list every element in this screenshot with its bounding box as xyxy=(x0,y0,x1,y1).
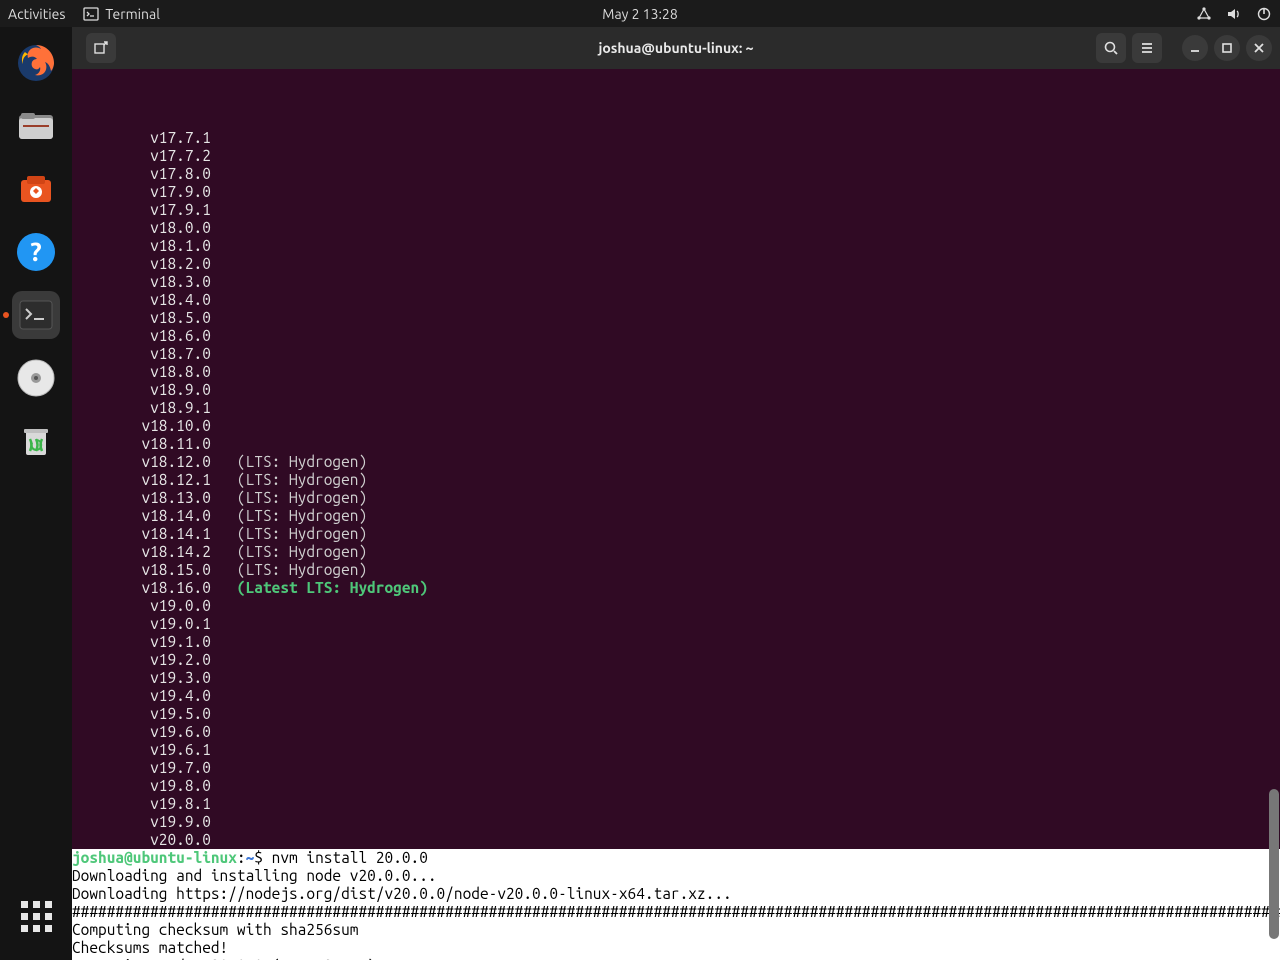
version-line: v19.0.1 xyxy=(72,615,1280,633)
version-line: v20.0.0 xyxy=(72,831,1280,849)
topbar-app-label: Terminal xyxy=(105,6,160,22)
version-line: v17.7.2 xyxy=(72,147,1280,165)
svg-text:?: ? xyxy=(30,237,41,266)
dock-disc[interactable] xyxy=(12,354,60,402)
terminal-output-area[interactable]: v17.7.1 v17.7.2 v17.8.0 v17.9.0 v17.9.1 … xyxy=(72,69,1280,960)
version-line: v18.6.0 xyxy=(72,327,1280,345)
gnome-topbar: Activities Terminal May 2 13:28 xyxy=(0,0,1280,27)
dock-terminal[interactable] xyxy=(12,291,60,339)
dock-trash[interactable] xyxy=(12,417,60,465)
topbar-clock[interactable]: May 2 13:28 xyxy=(602,6,677,22)
version-line: v18.8.0 xyxy=(72,363,1280,381)
new-tab-button[interactable] xyxy=(86,33,116,63)
minimize-button[interactable] xyxy=(1182,35,1208,61)
terminal-window: joshua@ubuntu-linux: ~ v17.7.1 xyxy=(72,27,1280,960)
version-line: v18.14.2 (LTS: Hydrogen) xyxy=(72,543,1280,561)
version-line: v19.6.1 xyxy=(72,741,1280,759)
show-applications-button[interactable] xyxy=(12,892,60,940)
version-line: v18.4.0 xyxy=(72,291,1280,309)
version-line: v18.9.1 xyxy=(72,399,1280,417)
version-line: v19.9.0 xyxy=(72,813,1280,831)
dock-files[interactable] xyxy=(12,102,60,150)
version-line: v19.4.0 xyxy=(72,687,1280,705)
dock-help[interactable]: ? xyxy=(12,228,60,276)
terminal-titlebar: joshua@ubuntu-linux: ~ xyxy=(72,27,1280,69)
version-line: v18.13.0 (LTS: Hydrogen) xyxy=(72,489,1280,507)
version-line: v18.10.0 xyxy=(72,417,1280,435)
version-line: v18.7.0 xyxy=(72,345,1280,363)
version-line: v18.16.0 (Latest LTS: Hydrogen) xyxy=(72,579,1280,597)
version-line: v18.12.1 (LTS: Hydrogen) xyxy=(72,471,1280,489)
dock-firefox[interactable] xyxy=(12,39,60,87)
version-line: v17.8.0 xyxy=(72,165,1280,183)
search-button[interactable] xyxy=(1096,33,1126,63)
version-line: v18.14.0 (LTS: Hydrogen) xyxy=(72,507,1280,525)
power-icon[interactable] xyxy=(1256,6,1272,22)
scrollbar-thumb[interactable] xyxy=(1269,789,1279,939)
version-line: v18.5.0 xyxy=(72,309,1280,327)
version-line: v18.3.0 xyxy=(72,273,1280,291)
version-line: v18.12.0 (LTS: Hydrogen) xyxy=(72,453,1280,471)
scrollbar[interactable] xyxy=(1268,69,1280,960)
version-line: v18.11.0 xyxy=(72,435,1280,453)
version-line: v19.2.0 xyxy=(72,651,1280,669)
terminal-icon xyxy=(83,6,99,22)
version-line: v19.5.0 xyxy=(72,705,1280,723)
version-line: v19.8.0 xyxy=(72,777,1280,795)
version-line: v18.9.0 xyxy=(72,381,1280,399)
version-line: v18.0.0 xyxy=(72,219,1280,237)
version-line: v19.6.0 xyxy=(72,723,1280,741)
version-line: v17.9.1 xyxy=(72,201,1280,219)
version-line: v18.1.0 xyxy=(72,237,1280,255)
version-line: v19.0.0 xyxy=(72,597,1280,615)
dock-software[interactable] xyxy=(12,165,60,213)
ubuntu-dock: ? xyxy=(0,27,72,960)
command-output-block: joshua@ubuntu-linux:~$ nvm install 20.0.… xyxy=(72,849,1280,960)
hamburger-menu-button[interactable] xyxy=(1132,33,1162,63)
version-line: v18.14.1 (LTS: Hydrogen) xyxy=(72,525,1280,543)
maximize-button[interactable] xyxy=(1214,35,1240,61)
version-line: v19.1.0 xyxy=(72,633,1280,651)
version-line: v19.7.0 xyxy=(72,759,1280,777)
network-icon[interactable] xyxy=(1196,6,1212,22)
version-line: v17.7.1 xyxy=(72,129,1280,147)
close-button[interactable] xyxy=(1246,35,1272,61)
version-line: v19.8.1 xyxy=(72,795,1280,813)
version-line: v17.9.0 xyxy=(72,183,1280,201)
window-title: joshua@ubuntu-linux: ~ xyxy=(598,40,753,56)
version-line: v18.15.0 (LTS: Hydrogen) xyxy=(72,561,1280,579)
activities-button[interactable]: Activities xyxy=(8,6,65,22)
topbar-app-menu[interactable]: Terminal xyxy=(83,6,160,22)
volume-icon[interactable] xyxy=(1226,6,1242,22)
version-line: v18.2.0 xyxy=(72,255,1280,273)
version-line: v19.3.0 xyxy=(72,669,1280,687)
